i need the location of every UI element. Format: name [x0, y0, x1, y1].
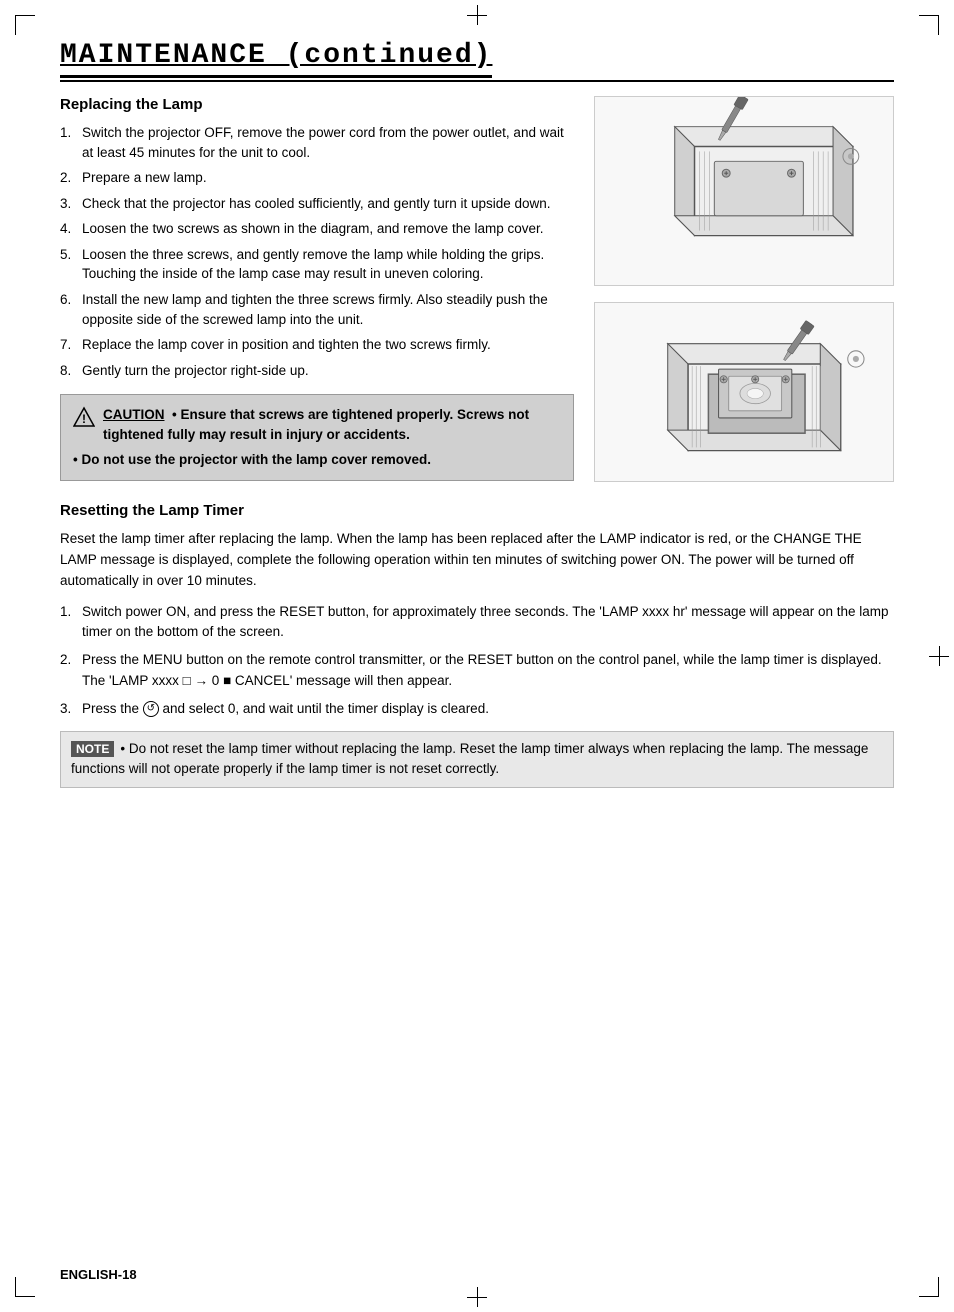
note-label: NOTE [71, 741, 114, 757]
caution-box: ! CAUTION • Ensure that screws are tight… [60, 394, 574, 481]
step-text: Loosen the three screws, and gently remo… [82, 245, 574, 284]
step-num: 1. [60, 123, 78, 162]
step-num: 5. [60, 245, 78, 284]
step-text: Replace the lamp cover in position and t… [82, 335, 574, 355]
caution-label: CAUTION [103, 407, 165, 422]
step-text: Check that the projector has cooled suff… [82, 194, 574, 214]
step-num: 2. [60, 168, 78, 188]
right-column [594, 96, 894, 482]
corner-mark-bl [15, 1277, 35, 1297]
step-text: Press the ↺ and select 0, and wait until… [82, 699, 894, 719]
crosshair-top [467, 5, 487, 25]
list-item: 6. Install the new lamp and tighten the … [60, 290, 574, 329]
list-item: 3. Check that the projector has cooled s… [60, 194, 574, 214]
replacing-lamp-heading: Replacing the Lamp [60, 96, 574, 113]
caution-bullet: • Do not use the projector with the lamp… [73, 450, 561, 470]
step-num: 8. [60, 361, 78, 381]
corner-mark-tr [919, 15, 939, 35]
note-box: NOTE• Do not reset the lamp timer withou… [60, 731, 894, 788]
projector-diagram-bottom-svg [595, 303, 893, 481]
step-num: 6. [60, 290, 78, 329]
list-item: 8. Gently turn the projector right-side … [60, 361, 574, 381]
list-item: 3. Press the ↺ and select 0, and wait un… [60, 699, 894, 719]
corner-mark-br [919, 1277, 939, 1297]
projector-diagram-top-svg [595, 97, 893, 285]
caution-header: ! CAUTION • Ensure that screws are tight… [73, 405, 561, 446]
list-item: 7. Replace the lamp cover in position an… [60, 335, 574, 355]
diagram-bottom [594, 302, 894, 482]
list-item: 5. Loosen the three screws, and gently r… [60, 245, 574, 284]
svg-text:!: ! [82, 412, 86, 426]
main-layout: Replacing the Lamp 1. Switch the project… [60, 96, 894, 482]
step-num: 3. [60, 194, 78, 214]
diagram-top [594, 96, 894, 286]
reset-intro: Reset the lamp timer after replacing the… [60, 529, 894, 592]
step-text: Prepare a new lamp. [82, 168, 574, 188]
step-num: 4. [60, 219, 78, 239]
page-title: MAINTENANCE (continued) [60, 40, 492, 78]
crosshair-bottom [467, 1287, 487, 1307]
crosshair-right [929, 646, 949, 666]
list-item: 2. Prepare a new lamp. [60, 168, 574, 188]
step-text: Press the MENU button on the remote cont… [82, 650, 894, 691]
page-footer: ENGLISH-18 [60, 1267, 137, 1282]
list-item: 1. Switch power ON, and press the RESET … [60, 602, 894, 643]
reset-steps: 1. Switch power ON, and press the RESET … [60, 602, 894, 719]
step-num: 2. [60, 650, 78, 691]
step-text: Gently turn the projector right-side up. [82, 361, 574, 381]
step-num: 3. [60, 699, 78, 719]
step-text: Switch the projector OFF, remove the pow… [82, 123, 574, 162]
resetting-lamp-heading: Resetting the Lamp Timer [60, 502, 894, 519]
list-item: 2. Press the MENU button on the remote c… [60, 650, 894, 691]
reset-section: Resetting the Lamp Timer Reset the lamp … [60, 502, 894, 788]
list-item: 1. Switch the projector OFF, remove the … [60, 123, 574, 162]
list-item: 4. Loosen the two screws as shown in the… [60, 219, 574, 239]
corner-mark-tl [15, 15, 35, 35]
step-text: Loosen the two screws as shown in the di… [82, 219, 574, 239]
title-block: MAINTENANCE (continued) [60, 40, 894, 82]
page: MAINTENANCE (continued) Replacing the La… [0, 0, 954, 1312]
step-num: 7. [60, 335, 78, 355]
note-text: • Do not reset the lamp timer without re… [71, 741, 868, 776]
step-num: 1. [60, 602, 78, 643]
step-text: Switch power ON, and press the RESET but… [82, 602, 894, 643]
replacing-lamp-steps: 1. Switch the projector OFF, remove the … [60, 123, 574, 380]
left-column: Replacing the Lamp 1. Switch the project… [60, 96, 574, 482]
step-text: Install the new lamp and tighten the thr… [82, 290, 574, 329]
caution-text: CAUTION • Ensure that screws are tighten… [103, 405, 561, 446]
caution-icon: ! [73, 406, 95, 428]
title-divider [60, 80, 894, 82]
reset-symbol: ↺ [143, 701, 159, 717]
